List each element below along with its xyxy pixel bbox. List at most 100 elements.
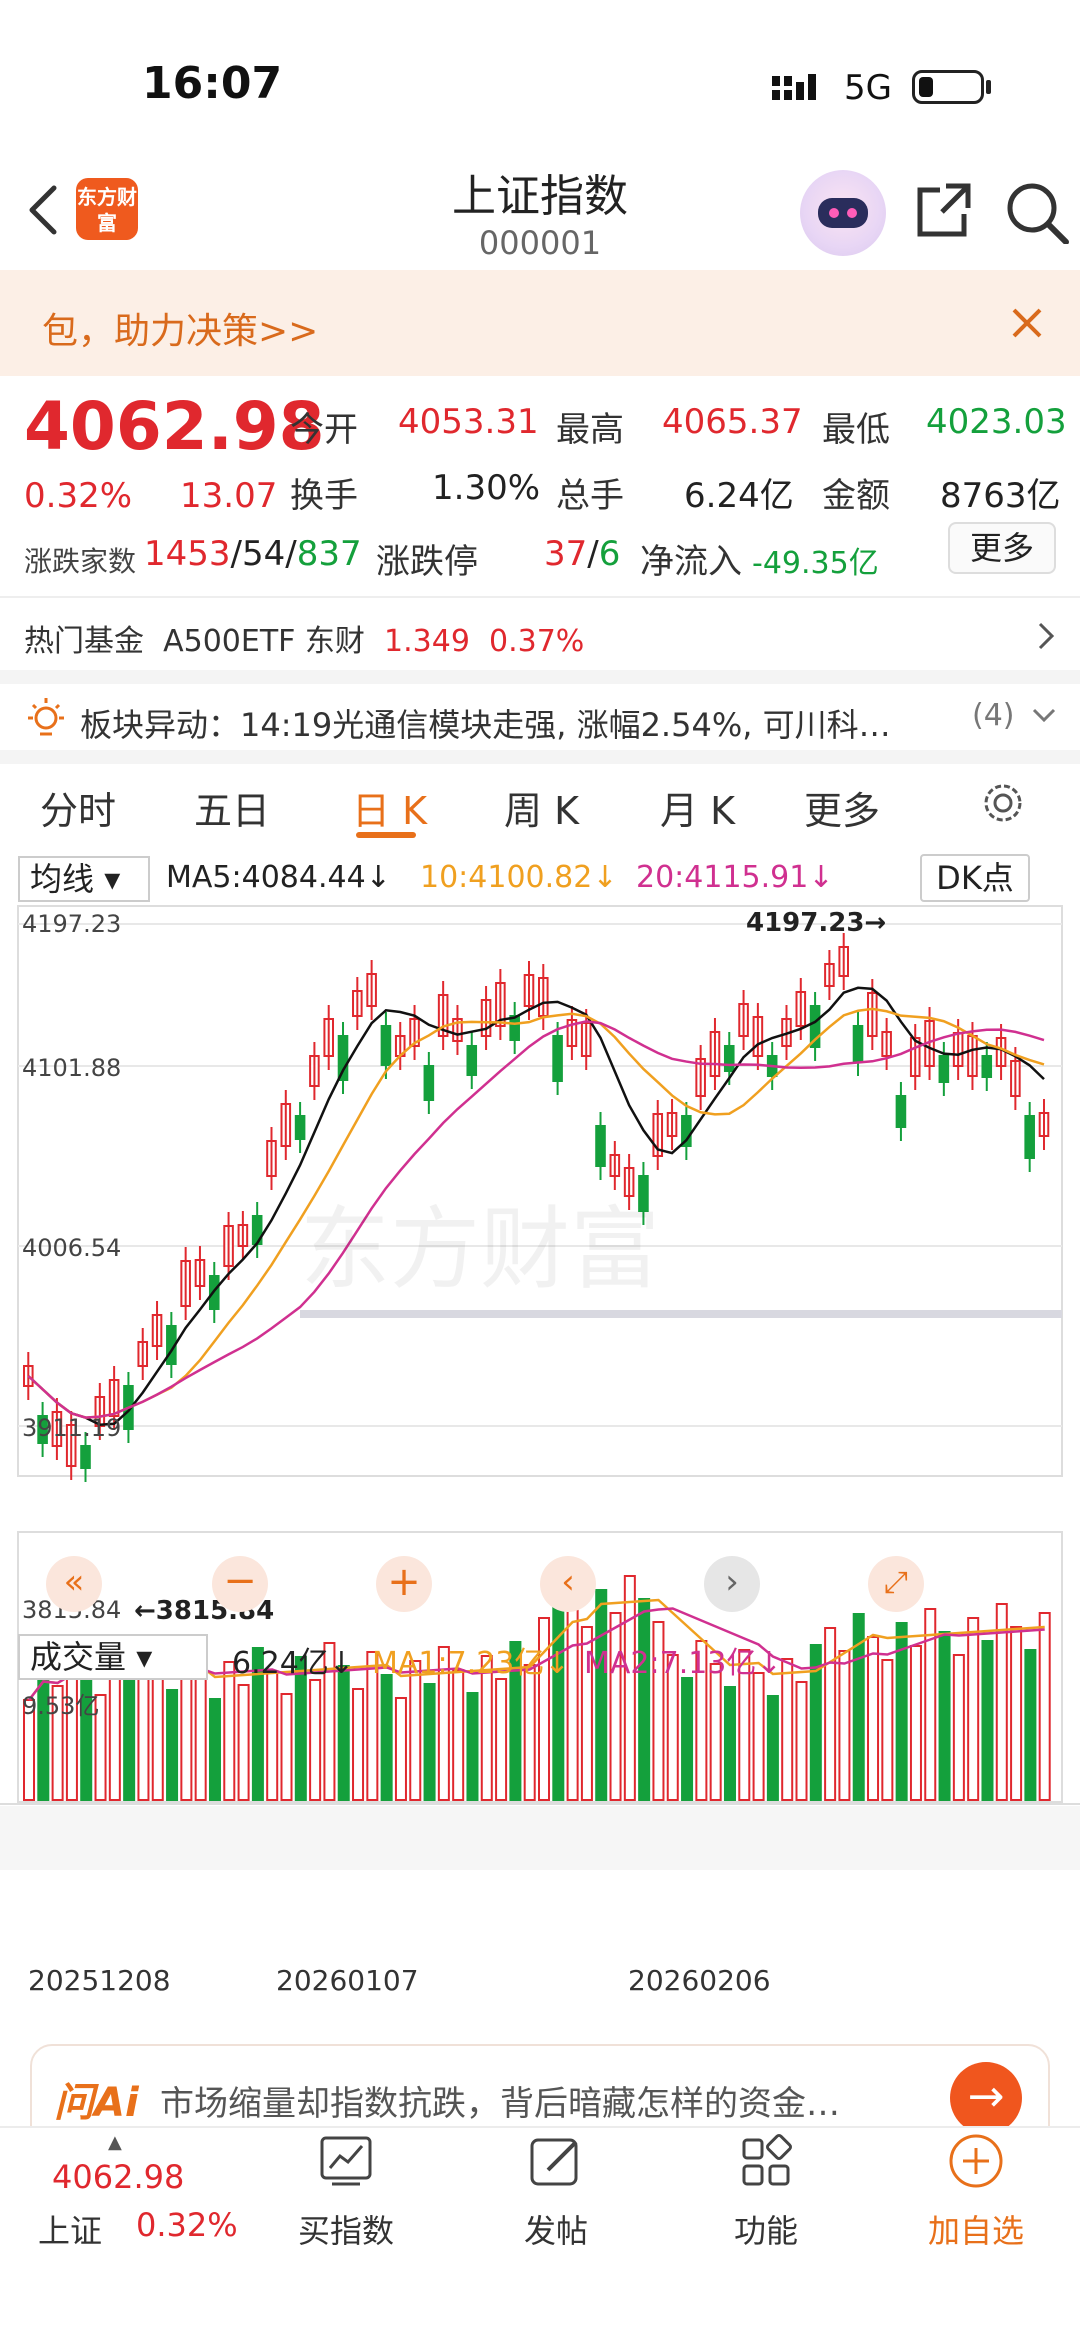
volume-current: 6.24亿↓ xyxy=(232,1646,354,1681)
nav-functions[interactable]: 功能 xyxy=(666,2206,866,2252)
high-annotation-value: 4197.23 xyxy=(746,908,865,938)
volume-indicator-dropdown[interactable]: 成交量 ▾ xyxy=(18,1634,208,1680)
volume-bar xyxy=(223,1661,236,1801)
settings-icon[interactable] xyxy=(980,780,1026,830)
hot-fund-price: 1.349 xyxy=(384,624,470,659)
volume-ma1: MA1:7.23亿↓ xyxy=(372,1646,570,1681)
promo-banner-text[interactable]: 包，助力决策>> xyxy=(42,302,318,354)
fullscreen-icon[interactable]: ⤢ xyxy=(868,1556,924,1612)
volume-bar xyxy=(638,1598,651,1801)
volume-bar xyxy=(867,1636,880,1801)
tab-daily-k[interactable]: 日 K xyxy=(352,780,427,835)
tab-weekly-k[interactable]: 周 K xyxy=(504,780,579,835)
volume-bar xyxy=(566,1603,579,1801)
tab-more[interactable]: 更多 xyxy=(804,780,880,835)
netflow-value: -49.35亿 xyxy=(752,546,879,581)
scroll-right-icon[interactable]: › xyxy=(704,1556,760,1612)
volume-bar xyxy=(166,1689,179,1801)
volume-bar xyxy=(237,1684,250,1801)
section-gap xyxy=(0,670,1080,684)
breadth-down: 837 xyxy=(296,534,362,574)
open-value: 4053.31 xyxy=(398,402,539,442)
amount-label: 金额 xyxy=(822,476,890,516)
change-pct: 0.32% xyxy=(24,476,133,516)
nav-post[interactable]: 发帖 xyxy=(456,2206,656,2252)
date-label-1: 20251208 xyxy=(28,1964,171,1997)
volume-bar xyxy=(681,1677,694,1801)
chart-trend-icon[interactable] xyxy=(246,2134,446,2197)
chevron-down-icon[interactable] xyxy=(1030,706,1058,730)
ai-logo: 问Ai xyxy=(54,2080,139,2126)
volume-bar xyxy=(123,1680,136,1801)
more-button[interactable]: 更多 xyxy=(948,522,1056,574)
volume-ma2: MA2:7.13亿↓ xyxy=(584,1646,782,1681)
status-time: 16:07 xyxy=(142,58,283,109)
volume-bar xyxy=(194,1675,207,1801)
date-label-3: 20260206 xyxy=(628,1964,771,1997)
scroll-left-icon[interactable]: ‹ xyxy=(540,1556,596,1612)
sector-alert-text[interactable]: 板块异动：14:19光通信模块走强, 涨幅2.54%, 可川科… xyxy=(80,700,940,746)
scroll-left-fast-icon[interactable]: « xyxy=(46,1556,102,1612)
lightbulb-icon xyxy=(24,696,68,748)
low-value: 4023.03 xyxy=(926,402,1067,442)
volume-bar xyxy=(352,1688,365,1801)
turnover-rate-value: 1.30% xyxy=(432,468,541,508)
nav-buy-index[interactable]: 买指数 xyxy=(246,2206,446,2252)
volume-bar xyxy=(595,1589,608,1801)
limit-values: 37/6 xyxy=(544,534,621,574)
turnover-rate-label: 换手 xyxy=(290,476,358,516)
volume-bar xyxy=(938,1631,951,1801)
nav-add-watchlist[interactable]: 加自选 xyxy=(876,2206,1076,2252)
volume-bar xyxy=(967,1617,980,1801)
limit-down: 6 xyxy=(598,534,621,574)
date-label-2: 20260107 xyxy=(276,1964,419,1997)
nav-index-name[interactable]: 上证 xyxy=(38,2206,102,2252)
hot-fund-row[interactable]: 热门基金 A500ETF 东财 1.349 0.37% xyxy=(24,616,584,660)
volume-bar xyxy=(208,1698,221,1801)
nav-index-pct[interactable]: 0.32% xyxy=(136,2206,238,2244)
price-tick-2: 4101.88 xyxy=(22,1054,122,1082)
grid-apps-icon[interactable] xyxy=(666,2134,866,2201)
volume-bar xyxy=(151,1666,164,1801)
zoom-out-icon[interactable]: − xyxy=(212,1556,268,1612)
breadth-values: 1453/54/837 xyxy=(144,534,362,574)
battery-tip xyxy=(986,80,991,94)
arrow-right-icon[interactable]: → xyxy=(950,2062,1022,2134)
volume-bar xyxy=(623,1575,636,1801)
add-circle-icon[interactable] xyxy=(876,2132,1076,2201)
volume-bar xyxy=(423,1683,436,1801)
volume-bar xyxy=(709,1663,722,1801)
volume-bar xyxy=(766,1695,779,1801)
volume-bar xyxy=(466,1692,479,1801)
volume-label: 总手 xyxy=(556,476,624,516)
tab-five-day[interactable]: 五日 xyxy=(194,780,270,835)
breadth-flat: 54 xyxy=(242,534,286,574)
kline-chart[interactable]: 东方财富 xyxy=(0,850,1080,1980)
caret-up-icon: ▲ xyxy=(108,2132,122,2153)
volume-bar xyxy=(452,1669,465,1801)
volume-bar xyxy=(881,1659,894,1801)
watermark: 东方财富 xyxy=(300,1200,660,1300)
tab-intraday[interactable]: 分时 xyxy=(40,780,116,835)
chevron-right-icon[interactable] xyxy=(1036,620,1056,656)
breadth-label: 涨跌家数 xyxy=(24,545,137,578)
nav-index-price[interactable]: 4062.98 xyxy=(52,2158,184,2196)
zoom-in-icon[interactable]: + xyxy=(376,1556,432,1612)
volume-bar xyxy=(1024,1649,1037,1801)
sector-alert-count[interactable]: (4) xyxy=(972,698,1015,733)
close-icon[interactable] xyxy=(1010,306,1044,344)
hot-fund-label: 热门基金 xyxy=(24,624,144,659)
volume-bar xyxy=(495,1678,508,1801)
price-tick-4: 3911.19 xyxy=(22,1414,122,1442)
volume-bar xyxy=(781,1658,794,1801)
breadth-up: 1453 xyxy=(144,534,231,574)
volume-bar xyxy=(1038,1612,1051,1801)
volume-bar xyxy=(266,1670,279,1801)
search-icon[interactable] xyxy=(1004,180,1070,248)
section-gap xyxy=(0,750,1080,764)
tab-monthly-k[interactable]: 月 K xyxy=(660,780,735,835)
volume-bar xyxy=(838,1650,851,1801)
ai-question-text[interactable]: 市场缩量却指数抗跌，背后暗藏怎样的资金… xyxy=(160,2076,920,2125)
edit-post-icon[interactable] xyxy=(456,2134,656,2201)
share-icon[interactable] xyxy=(914,180,974,244)
